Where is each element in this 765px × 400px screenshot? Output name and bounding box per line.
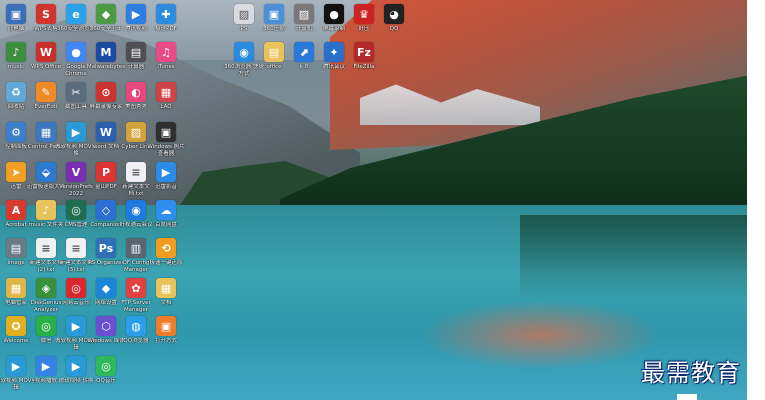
desktop-icon[interactable]: Fz FileZilla — [344, 42, 384, 86]
app-icon: A — [6, 200, 26, 220]
desktop-icon-label: 极速PDF — [155, 26, 177, 32]
app-icon: ♫ — [156, 42, 176, 62]
desktop-icon[interactable]: ♫ iTunes — [146, 42, 186, 86]
app-icon: ≡ — [66, 238, 86, 258]
desktop-icon-label: 极速一键还原 — [149, 260, 183, 266]
app-icon: ⟲ — [156, 238, 176, 258]
app-icon: ▶ — [6, 356, 26, 376]
taskbar-sliver — [677, 394, 697, 400]
app-icon: ⬡ — [96, 316, 116, 336]
desktop-icon-label: iTunes — [157, 64, 175, 70]
app-icon: ◇ — [96, 200, 116, 220]
desktop-icon[interactable]: ◎ QQ音乐 — [86, 356, 126, 400]
app-icon: ▶ — [126, 4, 146, 24]
app-icon: ● — [324, 4, 344, 24]
app-icon: ▣ — [156, 122, 176, 142]
app-icon: ✚ — [156, 4, 176, 24]
desktop-icon-label: LAO — [160, 104, 172, 110]
app-icon: ▤ — [6, 238, 26, 258]
app-icon: ♪ — [36, 200, 56, 220]
app-icon: ◎ — [66, 200, 86, 220]
app-icon: P — [96, 162, 116, 182]
app-icon: ▦ — [36, 122, 56, 142]
desktop-icon-label: QQ音乐 — [96, 378, 116, 384]
app-icon: ➤ — [6, 162, 26, 182]
app-icon: ▣ — [264, 4, 284, 24]
app-icon: ≡ — [126, 162, 146, 182]
screen-edge — [747, 0, 765, 400]
app-icon: ● — [66, 42, 86, 62]
app-icon: ◍ — [126, 316, 146, 336]
wallpaper-mountain-reflection — [420, 300, 660, 370]
app-icon: ◕ — [384, 4, 404, 24]
desktop-icon[interactable]: ▦ LAO — [146, 82, 186, 126]
app-icon: ▦ — [156, 82, 176, 102]
app-icon: ◉ — [234, 42, 254, 62]
app-icon: V — [66, 162, 86, 182]
desktop-icon-label: 文档 — [160, 300, 172, 306]
app-icon: ◎ — [96, 356, 116, 376]
app-icon: ▨ — [294, 4, 314, 24]
app-icon: e — [66, 4, 86, 24]
desktop-icon[interactable]: ⟲ 极速一键还原 — [146, 238, 186, 282]
desktop-icon-label: 迅雷影音 — [154, 184, 177, 190]
app-icon: ▶ — [156, 162, 176, 182]
app-icon: ♪ — [6, 42, 26, 62]
app-icon: ✎ — [36, 82, 56, 102]
app-icon: ☁ — [156, 200, 176, 220]
app-icon: ♻ — [6, 82, 26, 102]
app-icon: ▶ — [66, 356, 86, 376]
app-icon: ◆ — [96, 4, 116, 24]
app-icon: ⬙ — [36, 162, 56, 182]
app-icon: ◈ — [36, 278, 56, 298]
app-icon: ⚙ — [6, 122, 26, 142]
app-icon: M — [96, 42, 116, 62]
desktop-icon-label: 打开方式 — [154, 338, 177, 344]
app-icon: ▤ — [126, 42, 146, 62]
brand-watermark: 最需教育 — [641, 359, 741, 387]
wallpaper-forest-reflection — [520, 215, 747, 300]
desktop-icon-label: QQ — [389, 26, 399, 32]
app-icon: ✿ — [126, 278, 146, 298]
app-icon: ✂ — [66, 82, 86, 102]
app-icon: S — [36, 4, 56, 24]
desktop-icon-label: FileZilla — [353, 64, 375, 70]
app-icon: ⊙ — [96, 82, 116, 102]
app-icon: ♛ — [354, 4, 374, 24]
app-icon: ▣ — [156, 316, 176, 336]
app-icon: ▦ — [156, 278, 176, 298]
desktop-icon-label: Windows 照片查看器 — [147, 144, 185, 157]
app-icon: ▶ — [36, 356, 56, 376]
app-icon: ◐ — [126, 82, 146, 102]
app-icon: W — [36, 42, 56, 62]
app-icon: ◆ — [96, 278, 116, 298]
desktop-icon[interactable]: ▣ 打开方式 — [146, 316, 186, 360]
app-icon: ▤ — [264, 42, 284, 62]
app-icon: W — [96, 122, 116, 142]
app-icon: ▨ — [234, 4, 254, 24]
desktop-icon-label: 百度网盘 — [154, 222, 177, 228]
app-icon: ▶ — [66, 316, 86, 336]
app-icon: ⬈ — [294, 42, 314, 62]
app-icon: ◉ — [126, 200, 146, 220]
app-icon: ✪ — [6, 316, 26, 336]
app-icon: Ps — [96, 238, 116, 258]
app-icon: ◎ — [36, 316, 56, 336]
app-icon: ▣ — [6, 4, 26, 24]
app-icon: ≡ — [36, 238, 56, 258]
app-icon: ◎ — [66, 278, 86, 298]
app-icon: ▦ — [6, 278, 26, 298]
desktop-icon[interactable]: ▣ Windows 照片查看器 — [146, 122, 186, 166]
app-icon: ▥ — [126, 238, 146, 258]
app-icon: ▨ — [126, 122, 146, 142]
app-icon: ▶ — [66, 122, 86, 142]
app-icon: ✦ — [324, 42, 344, 62]
app-icon: Fz — [354, 42, 374, 62]
